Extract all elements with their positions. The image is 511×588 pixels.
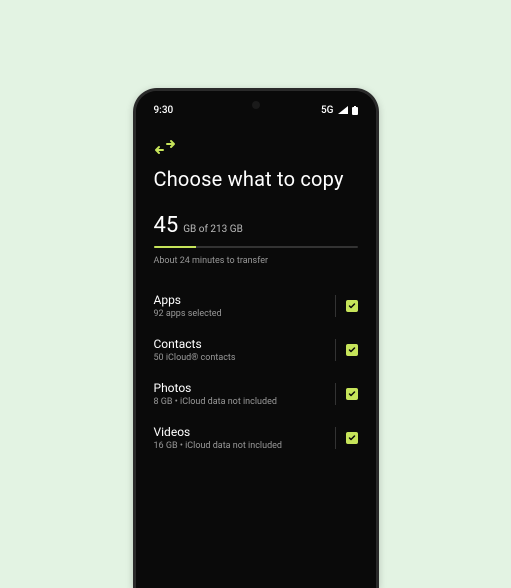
screen: 9:30 5G Choose what to copy 45 GB of 213… <box>136 91 376 588</box>
camera-notch <box>252 101 260 109</box>
category-row-contacts[interactable]: Contacts 50 iCloud® contacts <box>154 328 358 372</box>
divider <box>335 427 336 449</box>
category-label: Contacts <box>154 337 335 351</box>
category-sub: 50 iCloud® contacts <box>154 353 335 363</box>
divider <box>335 383 336 405</box>
transfer-arrows-icon <box>154 139 358 155</box>
progress-bar <box>154 246 358 248</box>
category-sub: 92 apps selected <box>154 309 335 319</box>
storage-summary: 45 GB of 213 GB <box>154 213 358 238</box>
battery-icon <box>352 106 358 115</box>
divider <box>335 339 336 361</box>
category-text: Photos 8 GB • iCloud data not included <box>154 381 335 407</box>
signal-icon <box>338 106 348 114</box>
volume-button <box>378 251 379 281</box>
progress-fill <box>154 246 197 248</box>
category-sub: 8 GB • iCloud data not included <box>154 397 335 407</box>
transfer-eta: About 24 minutes to transfer <box>154 256 358 266</box>
checkbox-contacts[interactable] <box>346 344 358 356</box>
divider <box>335 295 336 317</box>
checkbox-photos[interactable] <box>346 388 358 400</box>
category-row-photos[interactable]: Photos 8 GB • iCloud data not included <box>154 372 358 416</box>
category-sub: 16 GB • iCloud data not included <box>154 441 335 451</box>
phone-frame: 9:30 5G Choose what to copy 45 GB of 213… <box>133 88 379 588</box>
category-row-videos[interactable]: Videos 16 GB • iCloud data not included <box>154 416 358 460</box>
status-right: 5G <box>321 105 358 116</box>
status-time: 9:30 <box>154 105 174 116</box>
category-text: Apps 92 apps selected <box>154 293 335 319</box>
category-text: Contacts 50 iCloud® contacts <box>154 337 335 363</box>
category-row-apps[interactable]: Apps 92 apps selected <box>154 284 358 328</box>
storage-total: GB of 213 GB <box>183 224 243 235</box>
power-button <box>378 291 379 341</box>
checkbox-videos[interactable] <box>346 432 358 444</box>
checkbox-apps[interactable] <box>346 300 358 312</box>
category-label: Photos <box>154 381 335 395</box>
storage-used: 45 <box>154 213 179 238</box>
category-text: Videos 16 GB • iCloud data not included <box>154 425 335 451</box>
category-label: Apps <box>154 293 335 307</box>
category-label: Videos <box>154 425 335 439</box>
page-title: Choose what to copy <box>154 167 358 191</box>
status-network: 5G <box>321 105 334 116</box>
